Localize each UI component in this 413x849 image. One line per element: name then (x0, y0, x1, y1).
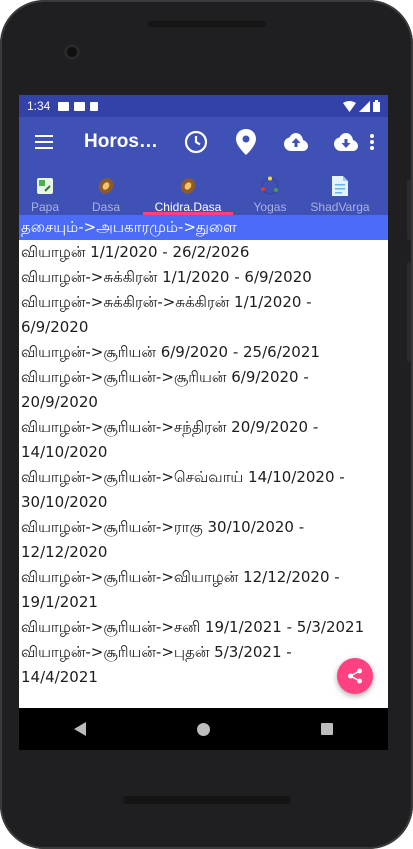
navigation-bar (19, 708, 388, 750)
sd-card-icon (90, 101, 99, 111)
share-icon (348, 668, 362, 684)
content-line: வியாழன்->சூரியன்->சனி 19/1/2021 - 5/3/20… (21, 618, 365, 636)
tab-label: ShadVarga (310, 200, 370, 214)
bottom-speaker (123, 796, 291, 804)
content-header-line: தசையும்->அபகாரமும்->துளை (19, 215, 388, 240)
phone-frame: 1:34 Horoscope (0, 0, 413, 849)
content-line: 20/9/2020 (21, 393, 98, 411)
content-line: வியாழன்->சூரியன்->சந்திரன் 20/9/2020 - (21, 418, 319, 436)
shadvarga-icon (332, 176, 348, 196)
content-line: வியாழன் 1/1/2020 - 26/2/2026 (21, 243, 250, 261)
content-line: 14/4/2021 (21, 668, 98, 686)
status-bar: 1:34 (19, 95, 388, 117)
wifi-icon (343, 100, 356, 112)
tab-label: Dasa (91, 200, 120, 214)
cloud-upload-icon (284, 133, 308, 151)
app-bar: Horoscope (19, 117, 388, 167)
app-bar-actions (171, 117, 371, 167)
signal-icon (359, 100, 370, 112)
mail-icon (58, 101, 70, 111)
status-time: 1:34 (27, 99, 51, 113)
share-button[interactable] (337, 658, 373, 694)
content-line: வியாழன்->சூரியன்->ராகு 30/10/2020 - (21, 518, 305, 536)
dasa-icon (98, 178, 114, 194)
tab-label: Yogas (253, 200, 287, 214)
home-icon[interactable] (196, 722, 210, 736)
tab-label: Papa (30, 200, 60, 214)
status-right-icons (343, 100, 380, 112)
content-line: வியாழன்->சூரியன் 6/9/2020 - 25/6/2021 (21, 343, 320, 361)
tab-yogas[interactable]: Yogas (235, 167, 305, 215)
power-button (407, 180, 411, 240)
earpiece-speaker (148, 21, 266, 27)
hamburger-icon (35, 135, 53, 149)
overflow-menu-button[interactable] (360, 117, 384, 167)
volume-button (407, 262, 411, 362)
app-title: Horoscope (84, 131, 164, 152)
menu-button[interactable] (19, 117, 69, 167)
location-pin-icon (236, 129, 256, 155)
tab-label: Chidra.Dasa (154, 200, 222, 214)
dasa-content: தசையும்->அபகாரமும்->துளை வியாழன் 1/1/202… (19, 215, 388, 708)
content-line: வியாழன்->சூரியன்->சூரியன் 6/9/2020 - (21, 368, 309, 386)
screen: 1:34 Horoscope (19, 95, 388, 708)
back-icon[interactable] (74, 722, 87, 736)
tab-bar: Papa Dasa Chidra.Dasa Yogas ShadVarga (19, 167, 388, 215)
content-line: வியாழன்->சுக்கிரன் 1/1/2020 - 6/9/2020 (21, 268, 312, 286)
content-line: 6/9/2020 (21, 318, 89, 336)
time-button[interactable] (171, 117, 221, 167)
overflow-menu-icon (370, 134, 374, 150)
content-line: வியாழன்->சூரியன்->செவ்வாய் 14/10/2020 - (21, 468, 345, 486)
yogas-icon (261, 176, 279, 195)
tab-chidra-dasa[interactable]: Chidra.Dasa (141, 167, 235, 215)
battery-icon (373, 100, 380, 112)
tab-shadvarga[interactable]: ShadVarga (305, 167, 375, 215)
location-button[interactable] (221, 117, 271, 167)
content-line: 14/10/2020 (21, 443, 108, 461)
content-line: 30/10/2020 (21, 493, 108, 511)
content-line: வியாழன்->சுக்கிரன்->சுக்கிரன் 1/1/2020 - (21, 293, 312, 311)
content-line: வியாழன்->சூரியன்->புதன் 5/3/2021 - (21, 643, 292, 661)
tab-papa[interactable]: Papa (19, 167, 71, 215)
content-line: வியாழன்->சூரியன்->வியாழன் 12/12/2020 - (21, 568, 340, 586)
clock-icon (184, 130, 208, 154)
a-notification-icon (74, 101, 86, 111)
chidra-dasa-icon (180, 178, 196, 194)
cloud-download-icon (334, 133, 358, 151)
upload-button[interactable] (271, 117, 321, 167)
content-line: 19/1/2021 (21, 593, 98, 611)
tab-dasa[interactable]: Dasa (71, 167, 141, 215)
content-line: 12/12/2020 (21, 543, 108, 561)
front-camera (64, 44, 80, 60)
recents-icon[interactable] (320, 723, 333, 735)
papa-icon (37, 178, 53, 194)
